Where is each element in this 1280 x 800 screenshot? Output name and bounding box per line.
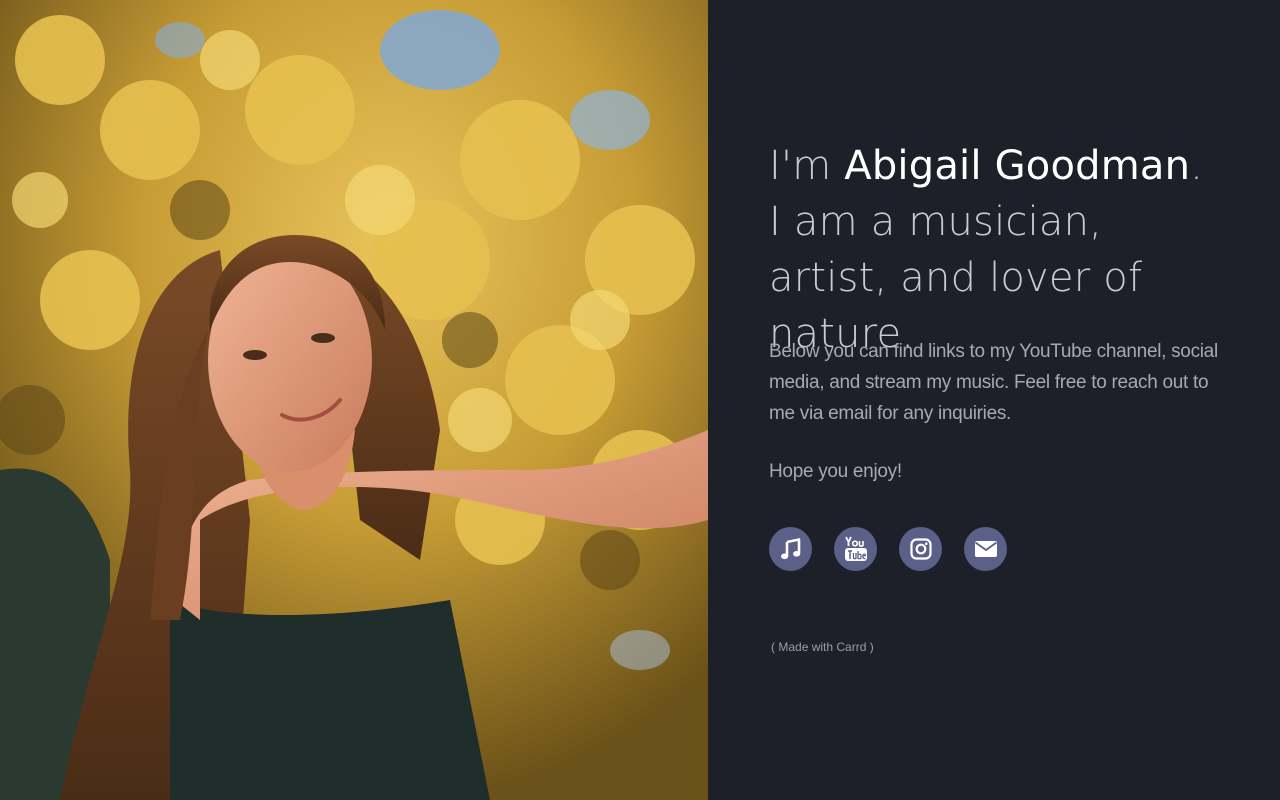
artist-name: Abigail Goodman	[844, 143, 1191, 189]
made-with-carrd-link[interactable]: ( Made with Carrd )	[771, 640, 874, 654]
instagram-icon	[909, 538, 932, 560]
instagram-link-button[interactable]	[899, 527, 942, 571]
page: I'm Abigail Goodman. I am a musician, ar…	[0, 0, 1280, 800]
email-link-button[interactable]	[964, 527, 1007, 571]
headline-prefix: I'm	[769, 143, 845, 189]
youtube-icon	[844, 536, 867, 561]
music-link-button[interactable]	[769, 527, 812, 571]
credit-label: Made with Carrd	[778, 640, 867, 654]
content-panel: I'm Abigail Goodman. I am a musician, ar…	[708, 0, 1280, 800]
youtube-link-button[interactable]	[834, 527, 877, 571]
social-links	[769, 527, 1007, 571]
headline: I'm Abigail Goodman. I am a musician, ar…	[769, 138, 1219, 362]
closing-line: Hope you enjoy!	[769, 461, 902, 482]
intro-paragraph: Below you can find links to my YouTube c…	[769, 341, 1218, 424]
envelope-icon	[974, 541, 997, 557]
profile-photo	[0, 0, 708, 800]
music-note-icon	[780, 538, 800, 560]
credit-close-paren: )	[869, 640, 874, 654]
credit-open-paren: (	[771, 640, 775, 654]
portrait-image	[0, 0, 708, 800]
